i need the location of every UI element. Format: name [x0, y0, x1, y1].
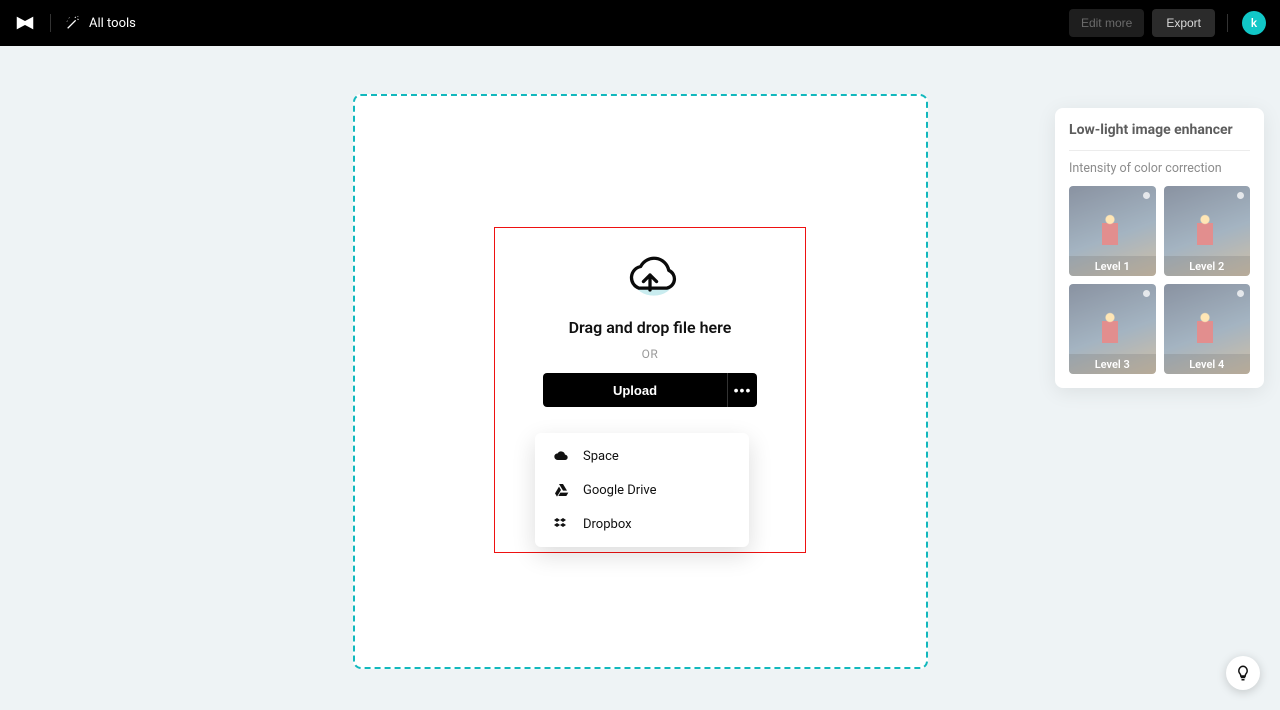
level-option-2[interactable]: Level 2: [1164, 186, 1251, 276]
wand-icon: [65, 15, 81, 31]
upload-source-menu: Space Google Drive Dropbox: [535, 433, 749, 547]
menu-item-dropbox[interactable]: Dropbox: [535, 507, 749, 541]
menu-item-google-drive[interactable]: Google Drive: [535, 473, 749, 507]
upload-button-row: Upload •••: [543, 373, 757, 407]
cloud-upload-icon: [620, 250, 680, 304]
menu-label: Dropbox: [583, 517, 632, 532]
google-drive-icon: [553, 482, 569, 498]
cloud-icon: [553, 448, 569, 464]
menu-label: Google Drive: [583, 483, 656, 498]
level-option-4[interactable]: Level 4: [1164, 284, 1251, 374]
level-option-3[interactable]: Level 3: [1069, 284, 1156, 374]
enhancer-panel: Low-light image enhancer Intensity of co…: [1055, 108, 1264, 388]
lightbulb-icon: [1234, 664, 1252, 682]
upload-module: Drag and drop file here OR Upload ••• Sp…: [495, 250, 805, 407]
or-text: OR: [642, 347, 659, 361]
all-tools-button[interactable]: All tools: [65, 15, 136, 31]
drop-text: Drag and drop file here: [569, 318, 732, 337]
help-button[interactable]: [1226, 656, 1260, 690]
menu-item-space[interactable]: Space: [535, 439, 749, 473]
level-label: Level 2: [1164, 256, 1251, 276]
divider: [1227, 14, 1228, 32]
top-bar: All tools Edit more Export k: [0, 0, 1280, 46]
all-tools-label: All tools: [89, 16, 136, 31]
info-dot-icon: [1237, 192, 1244, 199]
app-logo[interactable]: [14, 12, 36, 34]
divider: [1069, 150, 1250, 151]
level-grid: Level 1 Level 2 Level 3 Level 4: [1069, 186, 1250, 374]
info-dot-icon: [1143, 192, 1150, 199]
panel-title: Low-light image enhancer: [1069, 122, 1250, 138]
edit-more-button[interactable]: Edit more: [1069, 9, 1144, 37]
dropbox-icon: [553, 516, 569, 532]
highlight-box: Drag and drop file here OR Upload ••• Sp…: [494, 227, 806, 553]
info-dot-icon: [1143, 290, 1150, 297]
level-option-1[interactable]: Level 1: [1069, 186, 1156, 276]
capcut-logo-icon: [14, 12, 36, 34]
upload-button[interactable]: Upload: [543, 373, 727, 407]
export-button[interactable]: Export: [1152, 9, 1215, 37]
upload-more-button[interactable]: •••: [727, 373, 757, 407]
workspace: Drag and drop file here OR Upload ••• Sp…: [0, 46, 1280, 710]
avatar[interactable]: k: [1242, 11, 1266, 35]
level-label: Level 3: [1069, 354, 1156, 374]
drop-zone[interactable]: Drag and drop file here OR Upload ••• Sp…: [353, 94, 928, 669]
ellipsis-icon: •••: [734, 382, 752, 398]
level-label: Level 1: [1069, 256, 1156, 276]
panel-subtitle: Intensity of color correction: [1069, 161, 1250, 176]
menu-label: Space: [583, 449, 619, 464]
level-label: Level 4: [1164, 354, 1251, 374]
divider: [50, 14, 51, 32]
top-right: Edit more Export k: [1069, 9, 1266, 37]
info-dot-icon: [1237, 290, 1244, 297]
